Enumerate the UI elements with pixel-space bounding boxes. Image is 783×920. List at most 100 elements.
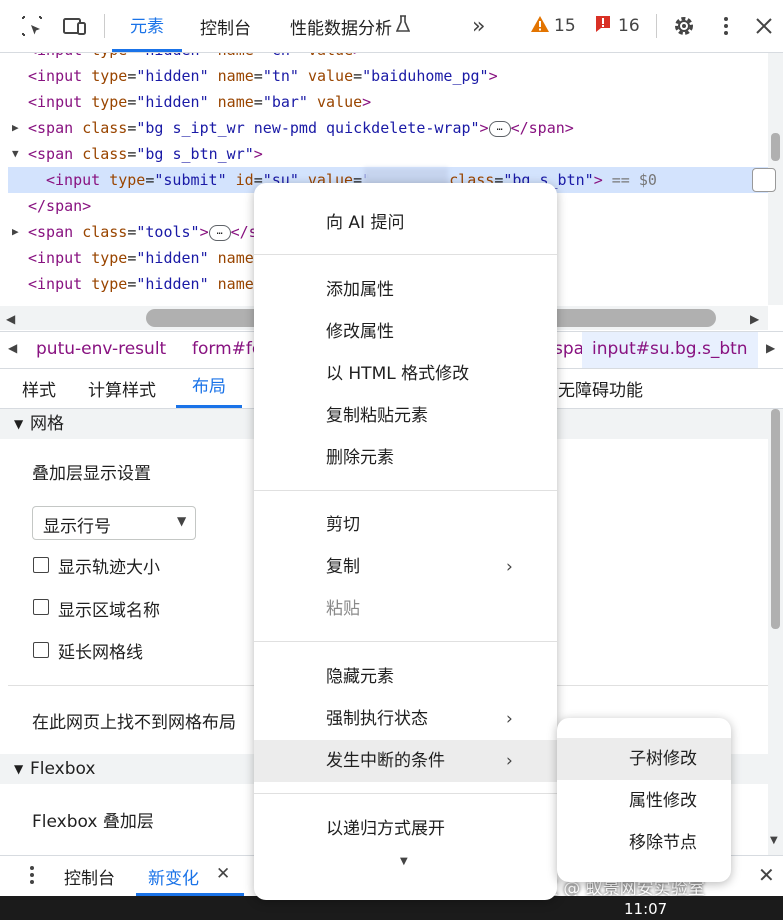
drawer-tab-whats-new[interactable]: 新变化 ✕	[136, 856, 244, 896]
dom-node-line[interactable]: ▼ <span class="bg s_btn_wr">	[12, 141, 263, 167]
collapsed-content-ellipsis[interactable]: …	[488, 120, 511, 137]
breadcrumb-current[interactable]: input#su.bg.s_btn	[592, 339, 748, 359]
submenu-item-node-removal[interactable]: 移除节点	[557, 822, 731, 864]
drawer-tab-whats-new-label: 新变化	[148, 869, 199, 889]
menu-item-ask-ai[interactable]: 向 AI 提问	[254, 202, 557, 244]
toolbar-divider	[104, 14, 105, 38]
dom-node-line[interactable]: <input type="hidden" name="bar" value>	[28, 89, 371, 115]
scroll-left-icon[interactable]: ◀	[6, 312, 15, 326]
submenu-item-label: 子树修改	[629, 749, 697, 769]
errors-counter[interactable]: 16	[594, 0, 640, 52]
extend-grid-lines-checkbox[interactable]	[33, 642, 49, 658]
menu-item-hide-element[interactable]: 隐藏元素	[254, 656, 557, 698]
expand-arrow-icon[interactable]: ▶	[12, 115, 19, 141]
gear-icon[interactable]	[672, 14, 696, 38]
close-icon[interactable]	[752, 14, 776, 38]
code-token: type	[91, 275, 128, 293]
scroll-down-icon[interactable]: ▼	[770, 835, 778, 846]
tab-performance[interactable]: 性能数据分析	[290, 0, 411, 52]
breadcrumb-item[interactable]: putu-env-result	[36, 339, 166, 359]
device-toolbar-icon[interactable]	[62, 14, 86, 38]
menu-item-add-attribute[interactable]: 添加属性	[254, 269, 557, 311]
code-token: "hidden"	[136, 53, 208, 59]
dom-node-line[interactable]: </span>	[28, 193, 91, 219]
code-token: id	[235, 171, 254, 189]
menu-item-label: 隐藏元素	[326, 667, 394, 687]
show-track-sizes-checkbox[interactable]	[33, 557, 49, 573]
expand-arrow-icon[interactable]: ▶	[12, 219, 19, 245]
breadcrumb-right-icon[interactable]: ▶	[766, 341, 775, 355]
submenu-item-label: 属性修改	[629, 791, 697, 811]
grid-section-title: 网格	[30, 414, 64, 434]
panel-vscroll-thumb[interactable]	[771, 409, 780, 629]
kebab-menu-icon[interactable]	[714, 14, 738, 38]
menu-item-edit-as-html[interactable]: 以 HTML 格式修改	[254, 353, 557, 395]
code-token: >	[479, 119, 489, 137]
flask-icon	[395, 14, 411, 38]
menu-scroll-down-icon[interactable]: ▼	[400, 856, 408, 867]
overlay-select[interactable]: 显示行号 ▼	[32, 506, 196, 540]
code-token: value	[317, 93, 363, 111]
toolbar-divider	[656, 14, 657, 38]
dom-node-line[interactable]: <input type="hidden" name="">	[28, 271, 290, 297]
code-token: "hidden"	[136, 67, 209, 85]
collapsed-content-ellipsis[interactable]: …	[208, 224, 231, 241]
tab-computed[interactable]: 计算样式	[88, 376, 156, 401]
menu-item-edit-attribute[interactable]: 修改属性	[254, 311, 557, 353]
no-grid-message: 在此网页上找不到网格布局	[32, 713, 236, 733]
kebab-menu-icon[interactable]	[28, 864, 36, 891]
dom-node-line[interactable]: <input type="hidden" name="tn" value="ba…	[28, 63, 498, 89]
code-token: <input	[28, 67, 92, 85]
menu-item-duplicate-element[interactable]: 复制粘贴元素	[254, 395, 557, 437]
code-token: name	[218, 53, 254, 59]
menu-item-paste[interactable]: 粘贴	[254, 588, 557, 630]
chevron-right-icon: ›	[506, 709, 513, 729]
close-tab-icon[interactable]: ✕	[216, 864, 230, 884]
menu-item-label: 以递归方式展开	[326, 819, 445, 839]
warnings-counter[interactable]: 15	[530, 0, 576, 52]
dom-node-line[interactable]: <input type="hidden" name=""	[28, 245, 281, 271]
tab-performance-label: 性能数据分析	[290, 18, 392, 39]
tab-elements[interactable]: 元素	[112, 0, 182, 52]
code-token: "submit"	[154, 171, 227, 189]
inspect-element-icon[interactable]	[20, 14, 44, 38]
context-menu: 向 AI 提问 添加属性 修改属性 以 HTML 格式修改 复制粘贴元素 删除元…	[254, 183, 557, 900]
dom-node-line[interactable]: <input type="hidden" name="ch" value>	[28, 53, 362, 63]
menu-item-copy[interactable]: 复制 ›	[254, 546, 557, 588]
code-token: </span>	[510, 119, 574, 137]
tab-styles[interactable]: 样式	[22, 376, 56, 401]
submenu-item-attribute-modification[interactable]: 属性修改	[557, 780, 731, 822]
more-tabs-label: »	[472, 13, 486, 39]
scroll-right-icon[interactable]: ▶	[750, 312, 759, 326]
close-drawer-icon[interactable]: ✕	[758, 863, 775, 887]
menu-item-expand-recursively[interactable]: 以递归方式展开	[254, 808, 557, 850]
dom-node-line[interactable]: ▶ <span class="bg s_ipt_wr new-pmd quickd…	[12, 115, 574, 141]
menu-item-label: 剪切	[326, 515, 360, 535]
code-token: name	[217, 249, 254, 267]
tab-console[interactable]: 控制台	[200, 0, 251, 52]
collapse-arrow-icon[interactable]: ▼	[12, 141, 19, 167]
menu-item-force-state[interactable]: 强制执行状态 ›	[254, 698, 557, 740]
code-token: <input	[28, 249, 92, 267]
menu-item-label: 以 HTML 格式修改	[326, 364, 470, 384]
code-token: "bg s_btn_wr"	[136, 145, 254, 163]
menu-item-break-on[interactable]: 发生中断的条件 ›	[254, 740, 557, 782]
copy-node-icon[interactable]	[752, 168, 776, 192]
show-area-names-checkbox[interactable]	[33, 599, 49, 615]
overlay-settings-label: 叠加层显示设置	[32, 464, 151, 484]
code-token: <input	[28, 275, 92, 293]
panel-vscroll[interactable]: ▼	[768, 409, 783, 855]
show-area-names-label: 显示区域名称	[58, 601, 160, 621]
tab-layout[interactable]: 布局	[176, 368, 242, 408]
menu-item-delete-element[interactable]: 删除元素	[254, 437, 557, 479]
submenu-item-subtree-modification[interactable]: 子树修改	[557, 738, 731, 780]
breadcrumb-left-icon[interactable]: ◀	[8, 341, 17, 355]
more-tabs-button[interactable]: »	[472, 0, 485, 52]
drawer-tab-console[interactable]: 控制台	[64, 864, 115, 889]
tab-accessibility[interactable]: 无障碍功能	[558, 376, 643, 401]
menu-item-cut[interactable]: 剪切	[254, 504, 557, 546]
tree-vscroll-thumb[interactable]	[771, 133, 780, 161]
